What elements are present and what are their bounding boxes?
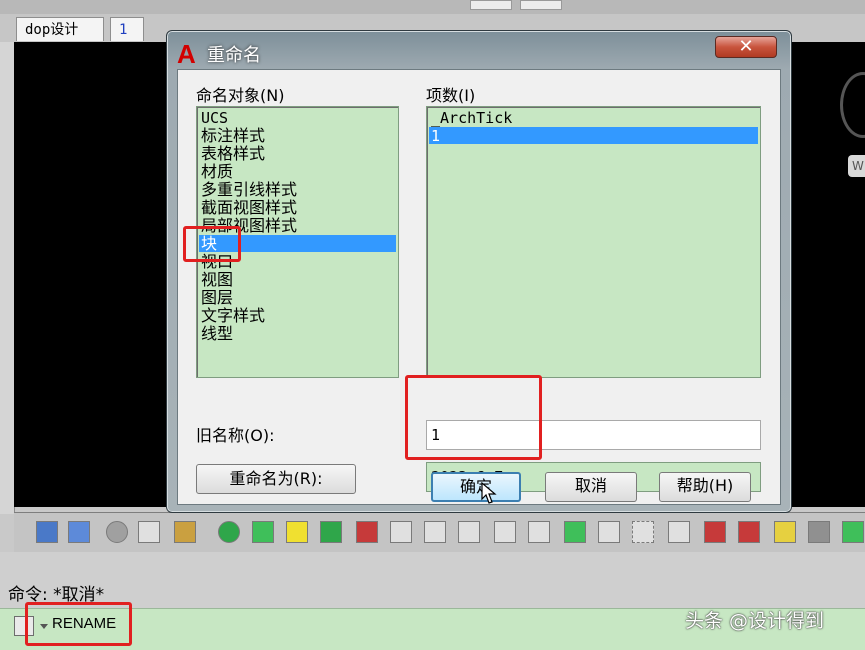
tool-icon[interactable] bbox=[424, 521, 446, 543]
list-item[interactable]: 表格样式 bbox=[201, 145, 265, 163]
list-item[interactable]: 标注样式 bbox=[201, 127, 265, 145]
cancel-button[interactable]: 取消 bbox=[545, 472, 637, 502]
tool-icon[interactable] bbox=[564, 521, 586, 543]
annotation-box-block bbox=[183, 226, 241, 262]
tool-icon[interactable] bbox=[494, 521, 516, 543]
tool-icon[interactable] bbox=[356, 521, 378, 543]
top-strip-button[interactable] bbox=[520, 0, 562, 10]
tool-icon[interactable] bbox=[174, 521, 196, 543]
tool-icon[interactable] bbox=[36, 521, 58, 543]
mouse-pointer-icon bbox=[481, 481, 497, 504]
selected-item-highlight bbox=[429, 127, 758, 144]
list-item[interactable]: 截面视图样式 bbox=[201, 199, 297, 217]
items-list[interactable]: _ArchTick 1 bbox=[426, 106, 761, 378]
wcs-button[interactable]: W bbox=[848, 155, 865, 177]
tool-icon[interactable] bbox=[704, 521, 726, 543]
tool-icon[interactable] bbox=[598, 521, 620, 543]
tool-icon[interactable] bbox=[528, 521, 550, 543]
list-item[interactable]: 线型 bbox=[201, 325, 233, 343]
watermark: 头条 @设计得到 bbox=[685, 610, 825, 632]
tool-icon[interactable] bbox=[632, 521, 654, 543]
tool-icon[interactable] bbox=[808, 521, 830, 543]
top-strip-button[interactable] bbox=[470, 0, 512, 10]
list-item[interactable]: 视图 bbox=[201, 271, 233, 289]
list-item[interactable]: 图层 bbox=[201, 289, 233, 307]
tool-icon[interactable] bbox=[320, 521, 342, 543]
list-item-selected[interactable]: 1 bbox=[431, 127, 440, 145]
tool-icon[interactable] bbox=[252, 521, 274, 543]
tool-icon[interactable] bbox=[138, 521, 160, 543]
list-item[interactable]: 文字样式 bbox=[201, 307, 265, 325]
list-item[interactable]: UCS bbox=[201, 109, 228, 127]
dialog-title: 重命名 bbox=[207, 45, 261, 66]
old-name-label: 旧名称(O): bbox=[196, 426, 275, 445]
tool-icon[interactable] bbox=[106, 521, 128, 543]
list-item[interactable]: _ArchTick bbox=[431, 109, 512, 127]
tool-icon[interactable] bbox=[458, 521, 480, 543]
help-button[interactable]: 帮助(H) bbox=[659, 472, 751, 502]
left-ruler-bar bbox=[0, 14, 15, 514]
tool-icon[interactable] bbox=[842, 521, 864, 543]
list-item[interactable]: 多重引线样式 bbox=[201, 181, 297, 199]
autocad-logo-icon: A bbox=[177, 39, 196, 69]
modify-toolbar bbox=[14, 512, 865, 553]
list-item[interactable]: 材质 bbox=[201, 163, 233, 181]
annotation-box-names bbox=[405, 375, 542, 460]
tool-icon[interactable] bbox=[286, 521, 308, 543]
tool-icon[interactable] bbox=[390, 521, 412, 543]
close-button[interactable]: ✕ bbox=[715, 36, 777, 58]
tool-icon[interactable] bbox=[774, 521, 796, 543]
tab-1[interactable]: 1 bbox=[110, 17, 144, 41]
tool-icon[interactable] bbox=[738, 521, 760, 543]
save-icon[interactable] bbox=[68, 521, 90, 543]
annotation-box-command bbox=[25, 602, 132, 646]
top-toolbar-strip bbox=[0, 0, 865, 14]
ok-button[interactable]: 确定 bbox=[431, 472, 521, 502]
named-objects-label: 命名对象(N) bbox=[196, 86, 285, 105]
tool-icon[interactable] bbox=[218, 521, 240, 543]
items-label: 项数(I) bbox=[426, 86, 476, 105]
tab-dop-design[interactable]: dop设计 bbox=[16, 17, 104, 41]
rename-to-button[interactable]: 重命名为(R): bbox=[196, 464, 356, 494]
tool-icon[interactable] bbox=[668, 521, 690, 543]
